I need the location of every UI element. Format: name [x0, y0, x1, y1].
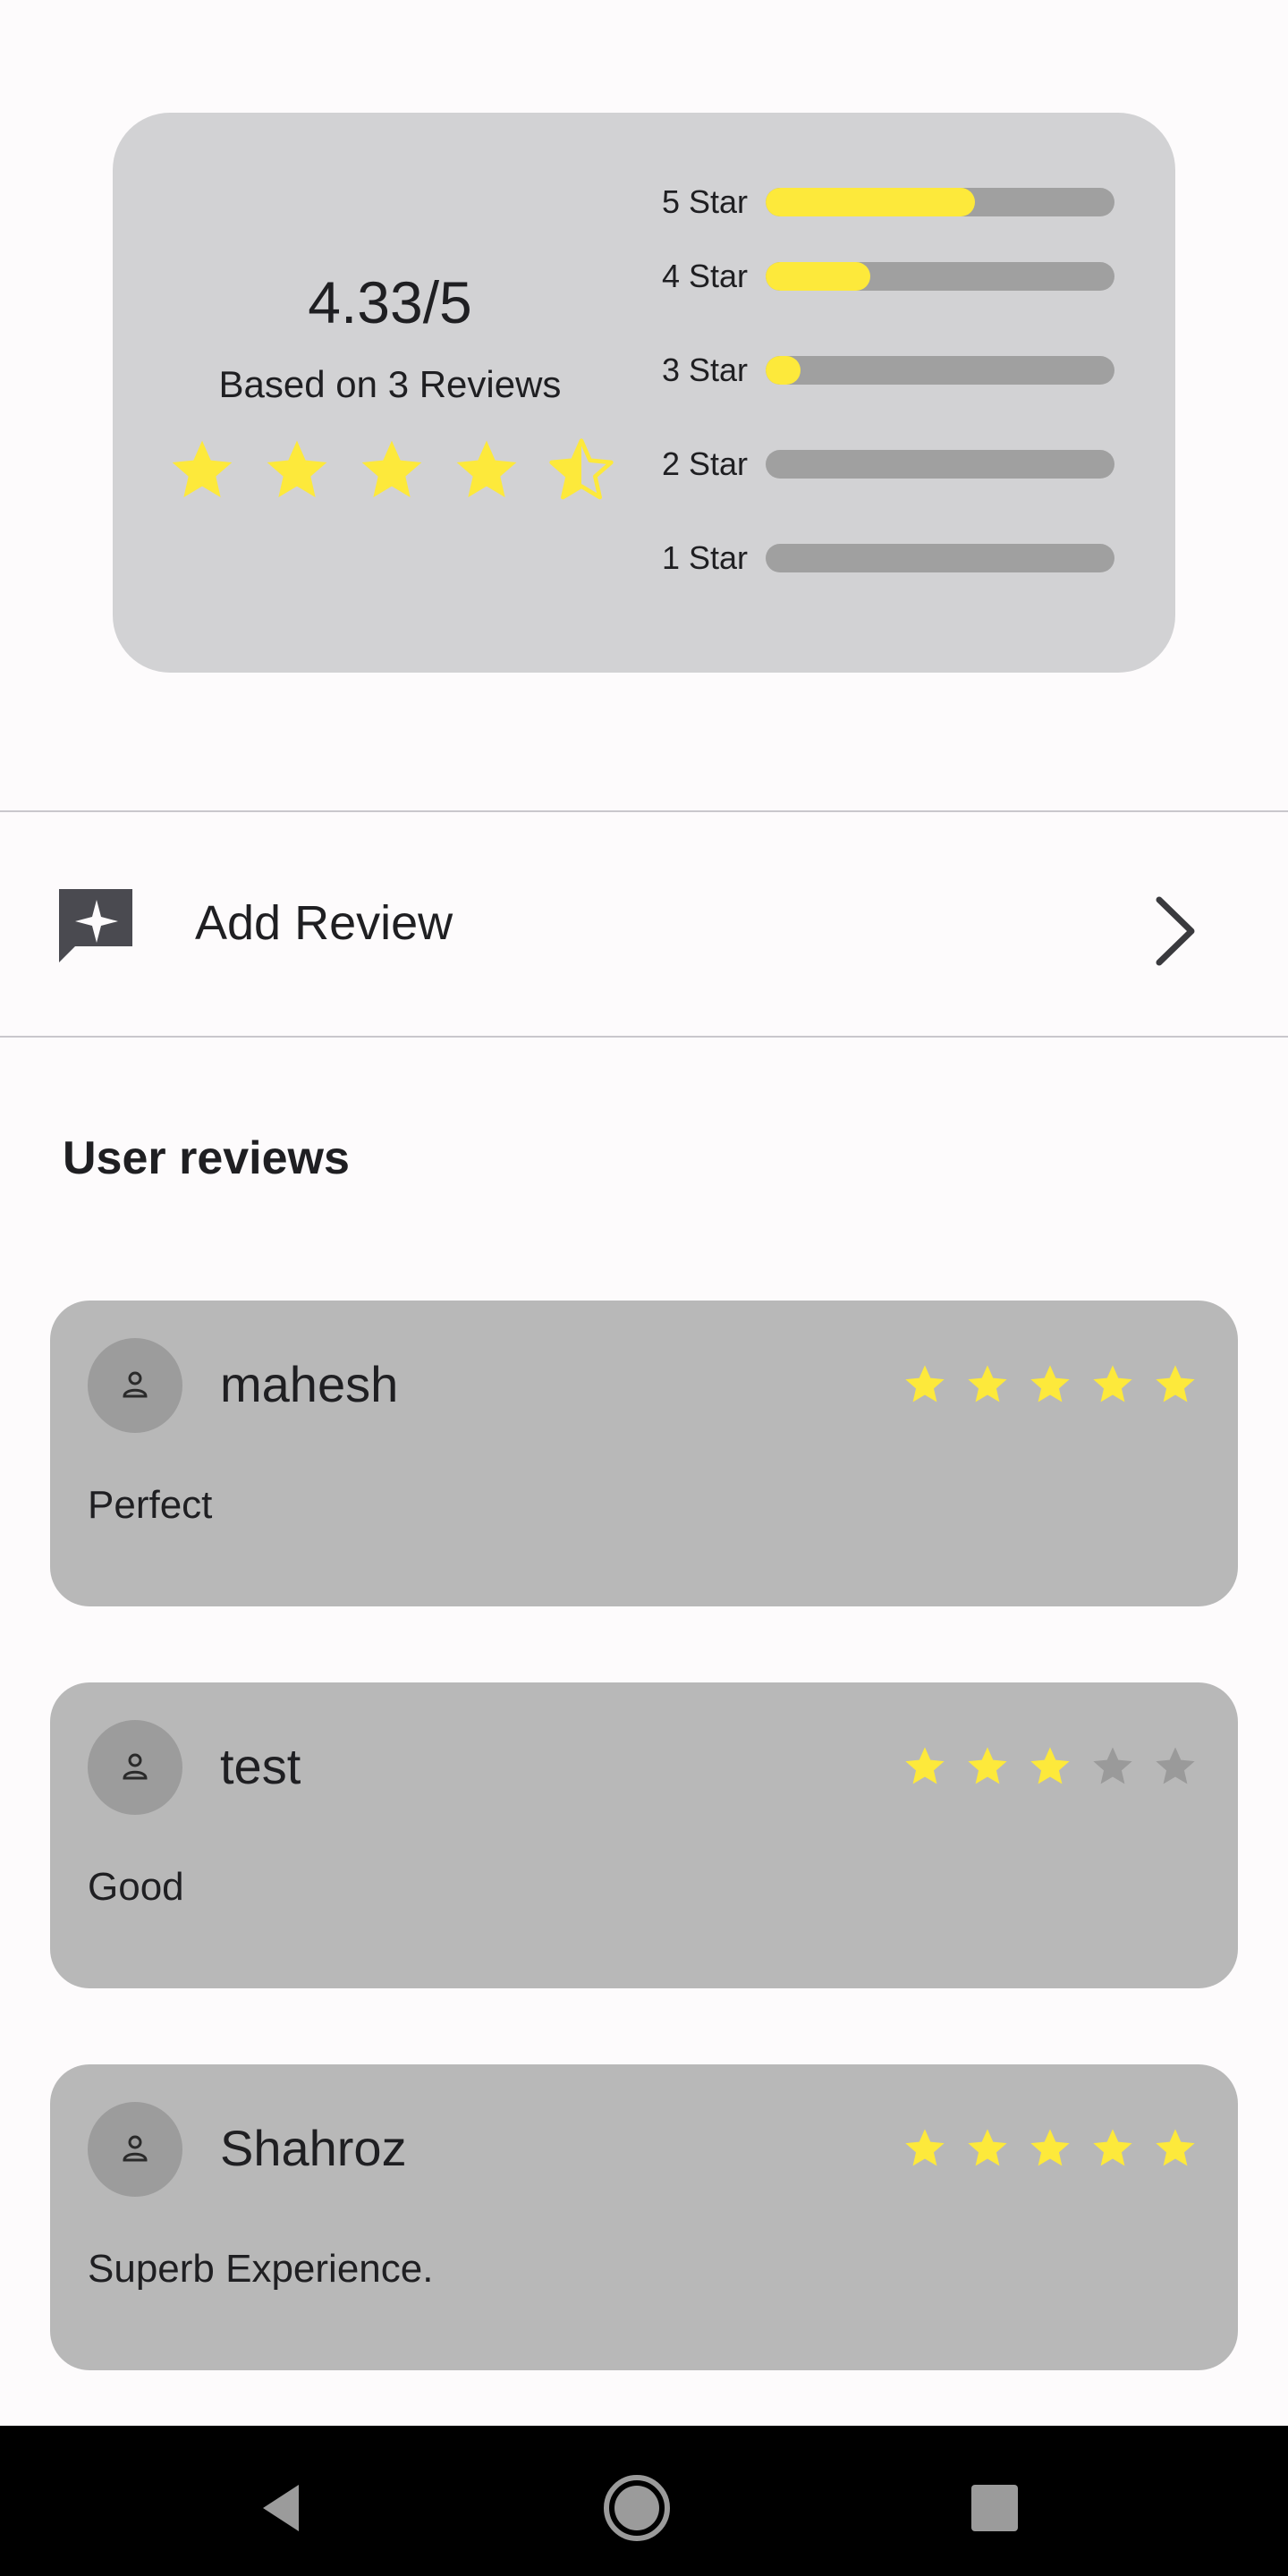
average-rating: 4.33/5 [308, 269, 472, 335]
reviewer-name: mahesh [220, 1356, 399, 1412]
star-filled-icon [172, 440, 233, 497]
star-half-icon [549, 438, 614, 500]
star-filled-icon [1030, 2129, 1070, 2166]
star-filled-icon [968, 1747, 1007, 1784]
review-card: Shahroz Superb Experience. [50, 2064, 1238, 2370]
distribution-row: 1 Star [662, 511, 1127, 605]
star-filled-icon [361, 440, 422, 497]
rating-summary-card: 4.33/5 Based on 3 Reviews 5 Star 4 Star 3 … [113, 113, 1175, 673]
system-navigation-bar [0, 2426, 1288, 2576]
star-filled-icon [1156, 2129, 1195, 2166]
avatar [88, 1338, 182, 1433]
add-review-row[interactable]: Add Review [0, 812, 1288, 1036]
distribution-bar-track [766, 355, 1114, 385]
star-filled-icon [1030, 1365, 1070, 1402]
distribution-label: 3 Star [662, 351, 749, 388]
distribution-bar-track [766, 188, 1114, 216]
star-filled-icon [267, 440, 327, 497]
user-icon [123, 1753, 148, 1780]
distribution-label: 5 Star [662, 183, 749, 220]
distribution-row: 5 Star [662, 175, 1127, 229]
star-filled-icon [1093, 1365, 1132, 1402]
rating-summary-left: 4.33/5 Based on 3 Reviews [113, 113, 667, 673]
review-card: mahesh Perfect [50, 1301, 1238, 1606]
distribution-row: 2 Star [662, 417, 1127, 511]
user-reviews-heading: User reviews [63, 1132, 350, 1184]
star-filled-icon [968, 1365, 1007, 1402]
average-star-rating [166, 435, 617, 506]
distribution-row: 4 Star [662, 229, 1127, 323]
reviewer-name: test [220, 1738, 301, 1794]
distribution-bar-fill [766, 261, 870, 291]
avatar [88, 1720, 182, 1815]
review-sparkle-icon [59, 889, 132, 962]
star-filled-icon [456, 440, 517, 497]
chevron-right-icon [1156, 896, 1195, 966]
review-star-rating [902, 2125, 1199, 2172]
user-icon [123, 2135, 148, 2162]
distribution-bar-track [766, 261, 1114, 291]
star-empty-icon [1093, 1747, 1132, 1784]
star-filled-icon [968, 2129, 1007, 2166]
review-count-text: Based on 3 Reviews [218, 363, 562, 405]
star-filled-icon [1030, 1747, 1070, 1784]
avatar [88, 2102, 182, 2197]
distribution-bar-fill [766, 188, 975, 216]
distribution-bar-track [766, 543, 1114, 572]
review-text: Superb Experience. [88, 2247, 434, 2291]
add-review-label: Add Review [195, 896, 453, 950]
review-card: test Good [50, 1682, 1238, 1988]
divider [0, 1036, 1288, 1038]
distribution-label: 4 Star [662, 257, 749, 294]
star-filled-icon [905, 2129, 945, 2166]
review-text: Good [88, 1865, 184, 1909]
distribution-bar-track [766, 449, 1114, 479]
rating-distribution: 5 Star 4 Star 3 Star 2 Star 1 Star [662, 175, 1127, 605]
distribution-label: 1 Star [662, 538, 749, 576]
star-empty-icon [1156, 1747, 1195, 1784]
reviewer-name: Shahroz [220, 2120, 407, 2176]
home-circle-icon[interactable] [601, 2472, 673, 2544]
distribution-label: 2 Star [662, 445, 749, 482]
back-triangle-icon[interactable] [247, 2472, 318, 2544]
review-text: Perfect [88, 1483, 213, 1527]
review-star-rating [902, 1361, 1199, 1408]
review-star-rating [902, 1743, 1199, 1790]
star-filled-icon [905, 1747, 945, 1784]
star-filled-icon [905, 1365, 945, 1402]
reviews-screen: 4.33/5 Based on 3 Reviews 5 Star 4 Star 3 … [0, 0, 1288, 2576]
distribution-bar-fill [766, 355, 801, 385]
recents-square-icon[interactable] [959, 2472, 1030, 2544]
star-filled-icon [1156, 1365, 1195, 1402]
distribution-row: 3 Star [662, 323, 1127, 417]
star-filled-icon [1093, 2129, 1132, 2166]
user-icon [123, 1371, 148, 1398]
